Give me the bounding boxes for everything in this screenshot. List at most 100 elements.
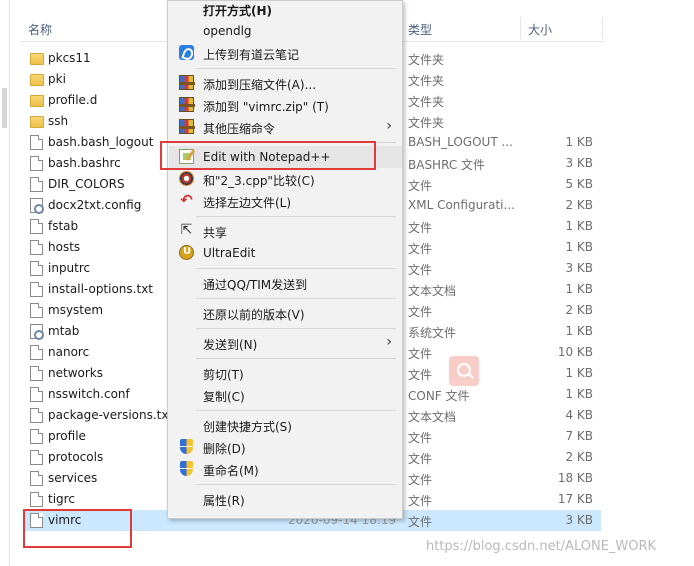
menu-item-label: 通过QQ/TIM发送到 [203,278,308,292]
file-name: services [48,471,98,485]
file-type: XML Configurati... [408,198,515,212]
file-icon [30,366,43,381]
menu-item[interactable]: ↶ 选择左边文件(L) [169,190,402,212]
file-type: CONF 文件 [408,389,470,403]
menu-item[interactable]: 上传到有道云笔记 [169,42,402,64]
file-icon [30,387,43,402]
file-type: 文件 [408,368,433,382]
menu-separator [196,358,396,359]
share-icon: ⇱ [180,222,193,238]
file-name: fstab [48,219,79,233]
file-name: pkcs11 [48,51,91,65]
file-type: 文件夹 [408,74,445,88]
menu-item[interactable]: 发送到(N) › [169,332,402,354]
menu-item[interactable]: 复制(C) [169,384,402,406]
file-icon [30,492,43,507]
menu-item[interactable]: 删除(D) [169,436,402,458]
file-name: docx2txt.config [48,198,142,212]
file-name: mtab [48,324,80,338]
menu-item[interactable]: 其他压缩命令 › [169,116,402,138]
file-size: 1 KB [565,240,593,254]
file-size: 2 KB [565,303,593,317]
file-size: 2 KB [565,450,593,464]
file-icon [30,261,43,276]
file-size: 18 KB [557,471,593,485]
file-name: hosts [48,240,81,254]
file-type: 文件 [408,494,433,508]
menu-item[interactable]: 属性(R) [169,488,402,510]
file-name: nanorc [48,345,90,359]
menu-separator [196,216,396,217]
file-icon [30,429,43,444]
file-size: 2 KB [565,198,593,212]
file-icon [30,135,43,150]
column-header-size[interactable]: 大小 [528,21,552,38]
file-name: profile.d [48,93,98,107]
file-type: 文件 [408,515,433,529]
file-size: 17 KB [557,492,593,506]
file-size: 3 KB [565,513,593,527]
left-scrollbar[interactable] [0,0,10,566]
menu-item-label: UltraEdit [203,246,256,260]
context-menu: 打开方式(H) opendlg 上传到有道云笔记 添加到压缩文件(A)... 添加到 "… [167,0,403,519]
menu-item[interactable]: 还原以前的版本(V) [169,302,402,324]
file-name: package-versions.txt [48,408,174,422]
menu-separator [196,68,396,69]
file-size: 1 KB [565,282,593,296]
menu-item[interactable]: ⇱ 共享 [169,220,402,242]
file-type: 文本文档 [408,284,457,298]
file-type: 文件夹 [408,116,445,130]
file-size: 3 KB [565,261,593,275]
menu-item[interactable]: 创建快捷方式(S) [169,414,402,436]
file-size: 5 KB [565,177,593,191]
file-type: 文件 [408,431,433,445]
menu-item[interactable]: 通过QQ/TIM发送到 [169,272,402,294]
watermark: https://blog.csdn.net/ALONE_WORK [426,539,657,554]
menu-item[interactable]: UltraEdit [169,242,402,264]
column-header-name[interactable]: 名称 [28,21,52,38]
file-size: 4 KB [565,408,593,422]
file-name: msystem [48,303,104,317]
file-icon [30,219,43,234]
column-divider[interactable] [520,17,521,39]
file-icon [30,450,43,465]
menu-item[interactable]: 剪切(T) [169,362,402,384]
chevron-right-icon: › [386,118,392,134]
chevron-right-icon: › [386,334,392,350]
folder-icon [30,116,44,128]
file-size: 1 KB [565,219,593,233]
file-type: BASH_LOGOUT ... [408,135,513,149]
folder-icon [30,95,44,107]
menu-item[interactable]: 添加到 "vimrc.zip" (T) [169,94,402,116]
menu-item-label: 共享 [203,226,228,240]
file-type: 文件 [408,452,433,466]
file-size: 1 KB [565,135,593,149]
menu-item-label: 添加到 "vimrc.zip" (T) [203,100,329,114]
scrollbar-thumb[interactable] [2,88,7,128]
file-type: 文件夹 [408,95,445,109]
file-name: networks [48,366,103,380]
file-size: 10 KB [557,345,593,359]
menu-item[interactable]: 添加到压缩文件(A)... [169,72,402,94]
column-divider[interactable] [602,17,603,39]
folder-icon [30,74,44,86]
menu-item[interactable]: opendlg [169,20,402,42]
annotation-box-vimrc [23,509,132,548]
menu-item-label: 复制(C) [203,390,245,404]
menu-separator [196,298,396,299]
shield-icon [180,461,193,476]
menu-item[interactable]: 重命名(M) [169,458,402,480]
column-header-type[interactable]: 类型 [408,21,432,38]
menu-separator [196,268,396,269]
menu-item-label: 选择左边文件(L) [203,196,292,210]
menu-item[interactable]: 打开方式(H) [169,0,402,20]
file-size: 1 KB [565,366,593,380]
file-name: ssh [48,114,69,128]
menu-item-label: opendlg [203,24,252,38]
file-size: 3 KB [565,156,593,170]
menu-item[interactable]: 和"2_3.cpp"比较(C) [169,168,402,190]
config-file-icon [30,198,44,214]
menu-item-label: 重命名(M) [203,464,259,478]
menu-item-label: 打开方式(H) [203,4,273,18]
menu-item-label: 还原以前的版本(V) [203,308,305,322]
